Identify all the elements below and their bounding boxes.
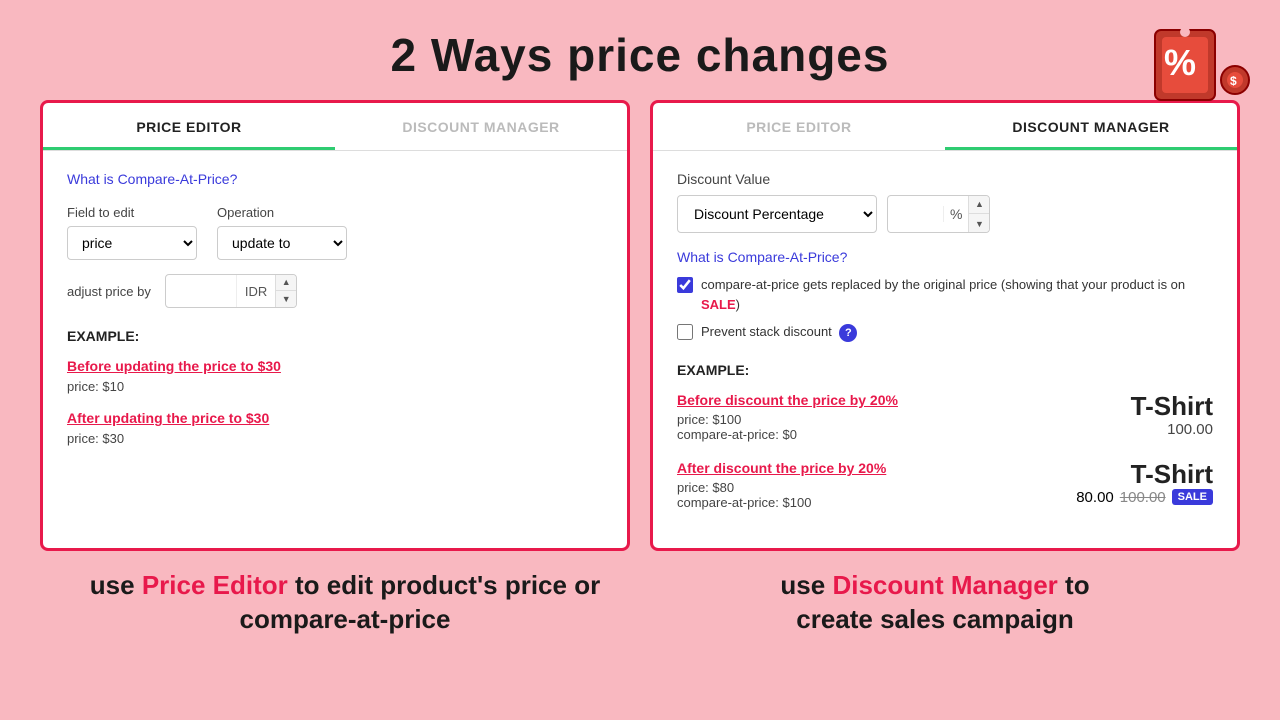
right-example-before: Before discount the price by 20% price: … — [677, 392, 1213, 442]
after-product-name: T-Shirt — [1076, 460, 1213, 489]
left-panel-body: What is Compare-At-Price? Field to edit … — [43, 151, 627, 482]
field-select[interactable]: price — [67, 226, 197, 260]
tab-price-editor-left[interactable]: PRICE EDITOR — [43, 103, 335, 150]
after-price-normal: 80.00 — [1076, 489, 1114, 506]
right-example-after: After discount the price by 20% price: $… — [677, 460, 1213, 510]
left-panel: PRICE EDITOR DISCOUNT MANAGER What is Co… — [40, 100, 630, 551]
right-after-link[interactable]: After discount the price by 20% — [677, 460, 1076, 476]
adjust-row: adjust price by IDR ▲ ▼ — [67, 274, 603, 308]
compare-at-price-link-right[interactable]: What is Compare-At-Price? — [677, 249, 1213, 265]
checkbox1-label: compare-at-price gets replaced by the or… — [701, 275, 1213, 314]
compare-at-price-link-left[interactable]: What is Compare-At-Price? — [67, 171, 603, 187]
checkbox1[interactable] — [677, 277, 693, 293]
discount-number-input[interactable]: 20 — [888, 206, 943, 222]
adjust-spinners: ▲ ▼ — [275, 274, 296, 308]
discount-input-row: Discount Percentage 20 % ▲ ▼ — [677, 195, 1213, 233]
discount-select-wrap: Discount Percentage — [677, 195, 877, 233]
right-panel-body: Discount Value Discount Percentage 20 % … — [653, 151, 1237, 548]
right-before-compare: compare-at-price: $0 — [677, 427, 1093, 442]
adjust-input[interactable] — [166, 283, 236, 299]
discount-percent-icon: % $ — [1140, 10, 1250, 133]
before-product-name: T-Shirt — [1093, 392, 1213, 421]
right-after-right: T-Shirt 80.00 100.00 SALE — [1076, 460, 1213, 506]
footer-left: use Price Editor to edit product's price… — [50, 569, 640, 637]
operation-select[interactable]: update to — [217, 226, 347, 260]
before-product-price: 100.00 — [1093, 421, 1213, 438]
right-before-price: price: $100 — [677, 412, 1093, 427]
checkbox2[interactable] — [677, 324, 693, 340]
left-tabs: PRICE EDITOR DISCOUNT MANAGER — [43, 103, 627, 151]
field-label: Field to edit — [67, 205, 197, 220]
right-panel: PRICE EDITOR DISCOUNT MANAGER Discount V… — [650, 100, 1240, 551]
left-example-after-price: price: $30 — [67, 431, 124, 446]
footer-right: use Discount Manager tocreate sales camp… — [640, 569, 1230, 637]
footer-left-text: use Price Editor to edit product's price… — [50, 569, 640, 637]
discount-percent-label: % — [943, 206, 968, 222]
right-before-left: Before discount the price by 20% price: … — [677, 392, 1093, 442]
discount-type-select[interactable]: Discount Percentage — [677, 195, 877, 233]
footer-right-text: use Discount Manager tocreate sales camp… — [640, 569, 1230, 637]
after-product-price-sale: 80.00 100.00 SALE — [1076, 489, 1213, 506]
right-after-price: price: $80 — [677, 480, 1076, 495]
sale-tag: SALE — [1172, 489, 1213, 505]
discount-spin-up[interactable]: ▲ — [969, 195, 989, 214]
after-price-struck: 100.00 — [1120, 489, 1166, 506]
adjust-spin-down[interactable]: ▼ — [276, 291, 296, 308]
svg-text:%: % — [1164, 42, 1196, 83]
help-icon[interactable]: ? — [839, 324, 857, 342]
checkbox1-row: compare-at-price gets replaced by the or… — [677, 275, 1213, 314]
operation-group: Operation update to — [217, 205, 347, 260]
adjust-input-wrap: IDR ▲ ▼ — [165, 274, 297, 308]
discount-number-wrap: 20 % ▲ ▼ — [887, 195, 990, 233]
left-example-title: EXAMPLE: — [67, 328, 603, 344]
adjust-unit: IDR — [236, 275, 275, 307]
tab-price-editor-right[interactable]: PRICE EDITOR — [653, 103, 945, 150]
discount-spin-down[interactable]: ▼ — [969, 214, 989, 233]
right-before-link[interactable]: Before discount the price by 20% — [677, 392, 1093, 408]
adjust-label: adjust price by — [67, 284, 151, 299]
sale-text: SALE — [701, 297, 736, 312]
tab-discount-manager-left[interactable]: DISCOUNT MANAGER — [335, 103, 627, 150]
form-row-fields: Field to edit price Operation update to — [67, 205, 603, 260]
left-example-before: Before updating the price to $30 price: … — [67, 358, 603, 396]
right-example-title: EXAMPLE: — [677, 362, 1213, 378]
footer-discount-manager-highlight: Discount Manager — [832, 570, 1057, 600]
discount-spinners: ▲ ▼ — [968, 195, 989, 233]
svg-text:$: $ — [1230, 74, 1237, 88]
right-after-left: After discount the price by 20% price: $… — [677, 460, 1076, 510]
panels-container: PRICE EDITOR DISCOUNT MANAGER What is Co… — [0, 100, 1280, 551]
operation-label: Operation — [217, 205, 347, 220]
left-example-section: EXAMPLE: Before updating the price to $3… — [67, 328, 603, 448]
page-title: 2 Ways price changes — [0, 28, 1280, 82]
field-to-edit-group: Field to edit price — [67, 205, 197, 260]
checkbox2-label: Prevent stack discount ? — [701, 322, 857, 342]
left-example-before-link[interactable]: Before updating the price to $30 — [67, 358, 603, 374]
checkbox2-row: Prevent stack discount ? — [677, 322, 1213, 342]
adjust-spin-up[interactable]: ▲ — [276, 274, 296, 291]
right-before-right: T-Shirt 100.00 — [1093, 392, 1213, 438]
left-example-after: After updating the price to $30 price: $… — [67, 410, 603, 448]
right-after-compare: compare-at-price: $100 — [677, 495, 1076, 510]
footer: use Price Editor to edit product's price… — [0, 551, 1280, 637]
discount-value-label: Discount Value — [677, 171, 1213, 187]
footer-price-editor-highlight: Price Editor — [142, 570, 288, 600]
left-example-after-link[interactable]: After updating the price to $30 — [67, 410, 603, 426]
left-example-before-price: price: $10 — [67, 379, 124, 394]
header: 2 Ways price changes — [0, 0, 1280, 100]
